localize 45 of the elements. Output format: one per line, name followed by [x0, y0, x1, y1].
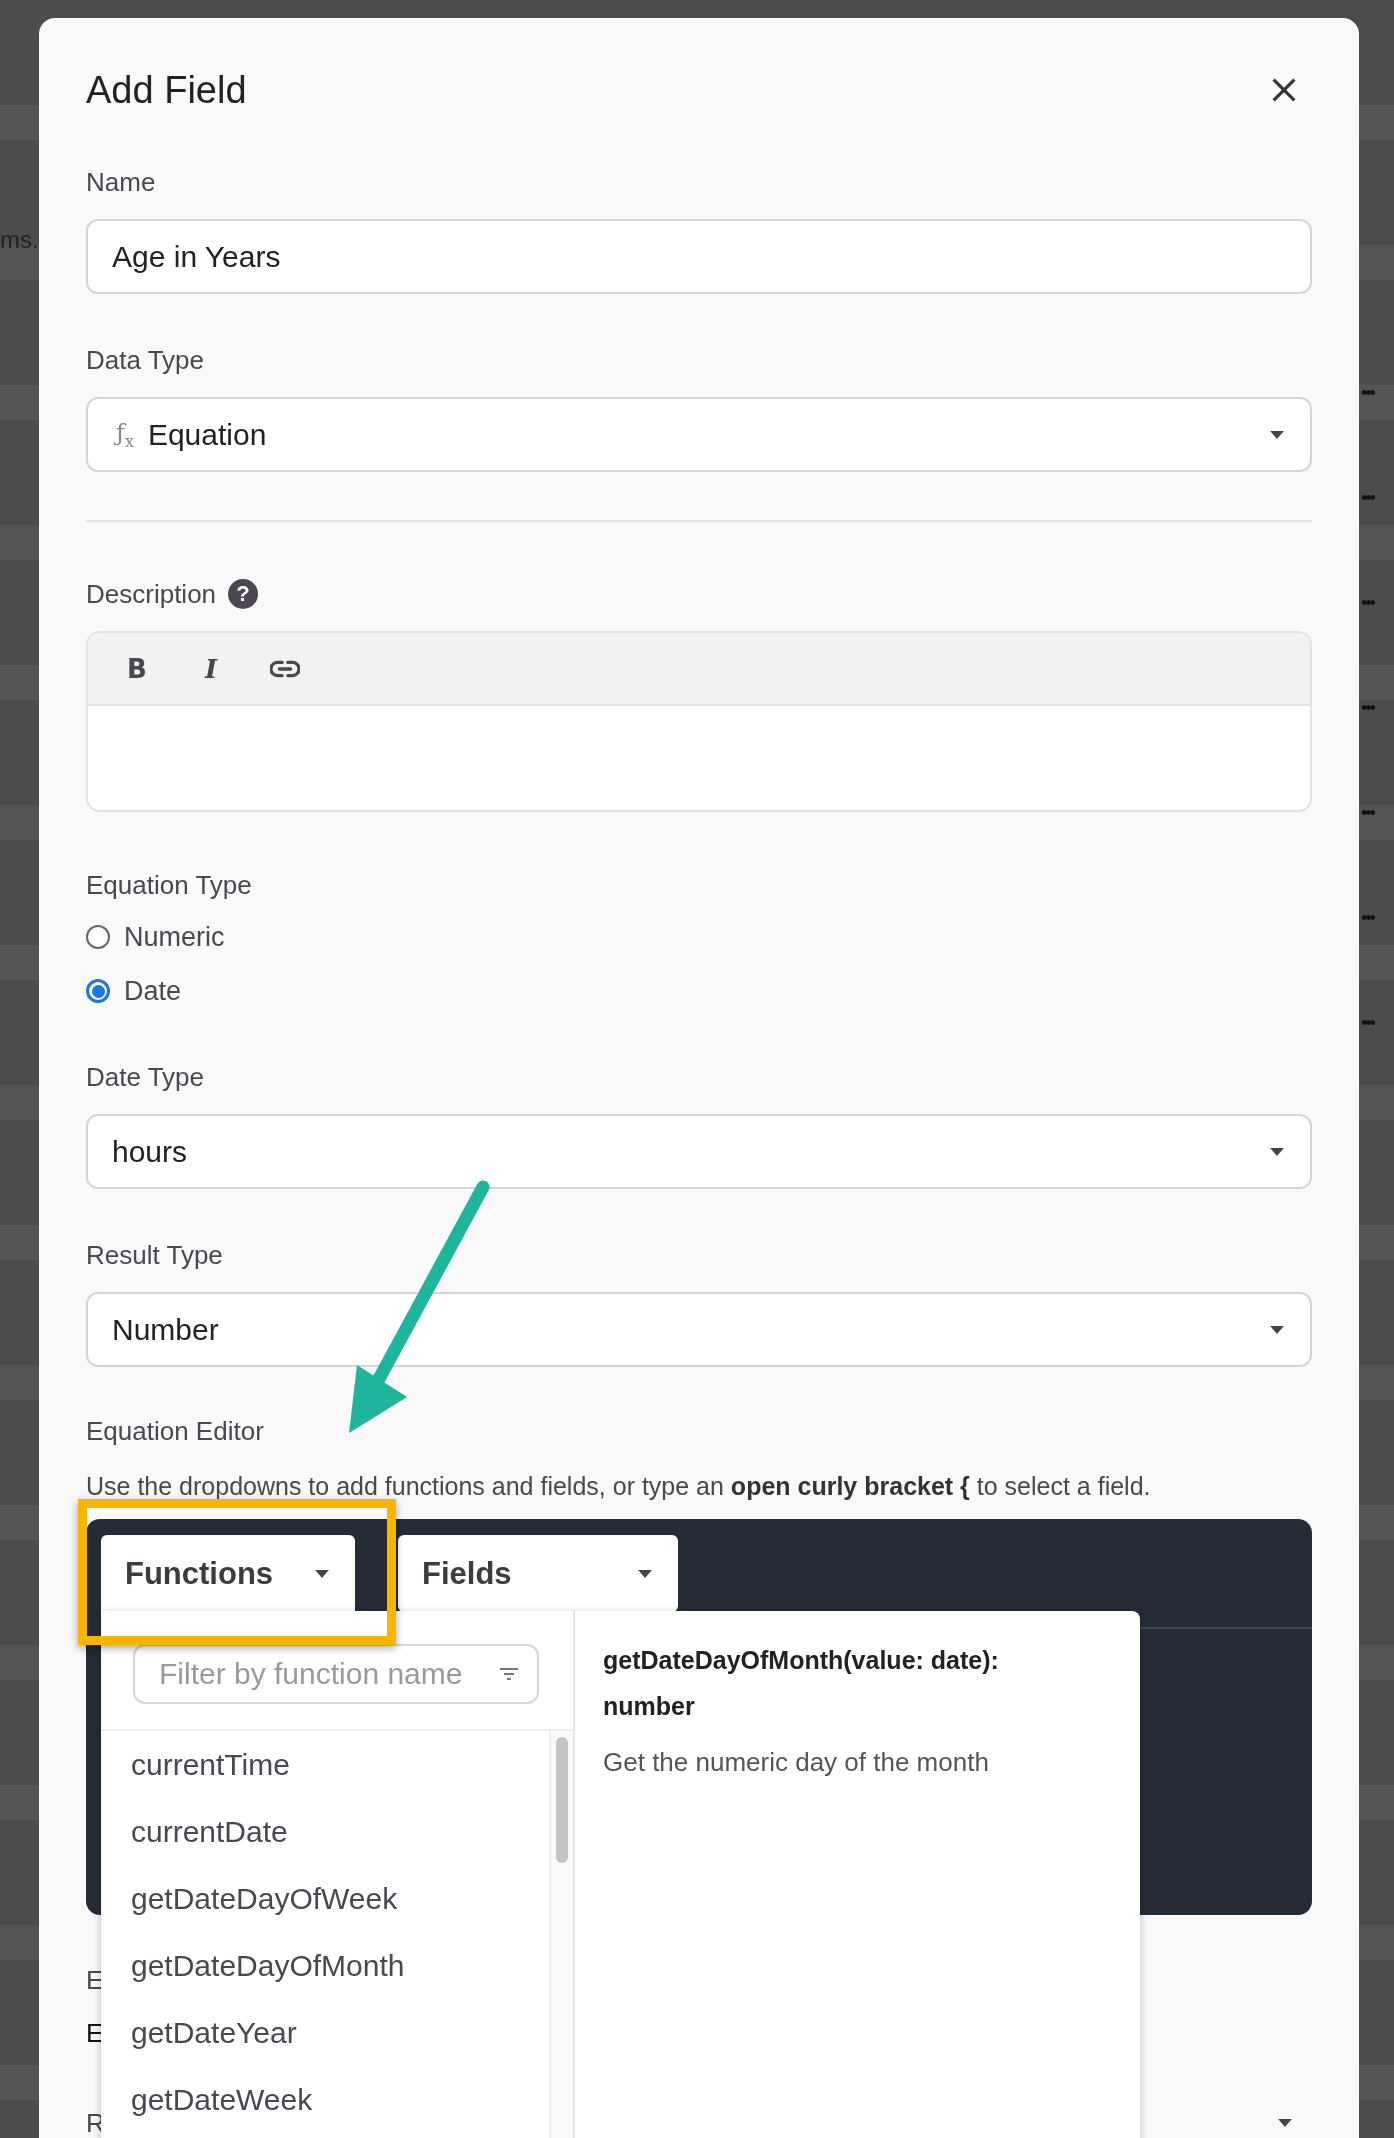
dropdown-button[interactable]: Functions [101, 1535, 355, 1612]
bold-button[interactable]: B [114, 645, 160, 692]
radio-label[interactable]: Date [124, 975, 182, 1007]
date-type-select[interactable]: hours [86, 1114, 1312, 1189]
function-item[interactable]: getDateWeek [101, 2066, 549, 2133]
help-icon[interactable]: ? [228, 579, 259, 609]
dropdown-button[interactable]: Fields [398, 1535, 678, 1612]
description-editor[interactable]: B I [86, 631, 1312, 812]
caret-icon [1270, 1325, 1284, 1334]
scrollbar[interactable] [549, 1731, 573, 2138]
link-icon [270, 658, 300, 679]
name-input[interactable]: Age in Years [86, 219, 1312, 294]
field-label: Equation Editor [86, 1415, 265, 1448]
caret-icon [1278, 2119, 1292, 2127]
caret-icon [638, 1569, 652, 1578]
function-item[interactable]: currentDate [101, 1798, 549, 1865]
function-item[interactable]: getDateDayOfWeek [101, 1865, 549, 1932]
italic-button[interactable]: I [188, 645, 234, 692]
radio-button[interactable] [86, 925, 110, 949]
field-label: Description [86, 578, 217, 611]
field-label: Name [86, 166, 157, 199]
field-label: Date Type [86, 1061, 206, 1094]
field-label: Result Type [86, 1239, 224, 1272]
function-icon: ƒ$_{x}$ [112, 410, 140, 459]
field-value: E [86, 2017, 104, 2050]
field-label: Equation Type [86, 869, 253, 902]
close-button[interactable] [1271, 77, 1297, 103]
radio-button[interactable] [86, 979, 110, 1003]
caret-icon [1270, 1147, 1284, 1156]
dialog-title: Add Field [86, 68, 247, 112]
radio-label[interactable]: Numeric [124, 921, 225, 953]
result-type-select[interactable]: Number [86, 1292, 1312, 1367]
function-item[interactable]: getDateDayOfMonth [101, 1932, 549, 1999]
caret-icon [1270, 430, 1284, 439]
field-label: Data Type [86, 344, 206, 377]
function-item[interactable]: currentTime [101, 1731, 549, 1798]
data-type-select[interactable]: ƒ$_{x}$ Equation [86, 397, 1312, 472]
filter-icon [499, 1667, 519, 1681]
function-item[interactable]: getDateYear [101, 1999, 549, 2066]
field-label: E [86, 1964, 104, 1997]
function-description: Get the numeric day of the month [603, 1747, 990, 1778]
function-signature: getDateDayOfMonth(value: date): number [603, 1645, 1000, 1722]
caret-icon [315, 1569, 329, 1578]
help-text: Use the dropdowns to add functions and fields, or type an open curly bracket { to select a field. [86, 1471, 1152, 1501]
filter-field[interactable]: Filter by function name [133, 1644, 539, 1704]
